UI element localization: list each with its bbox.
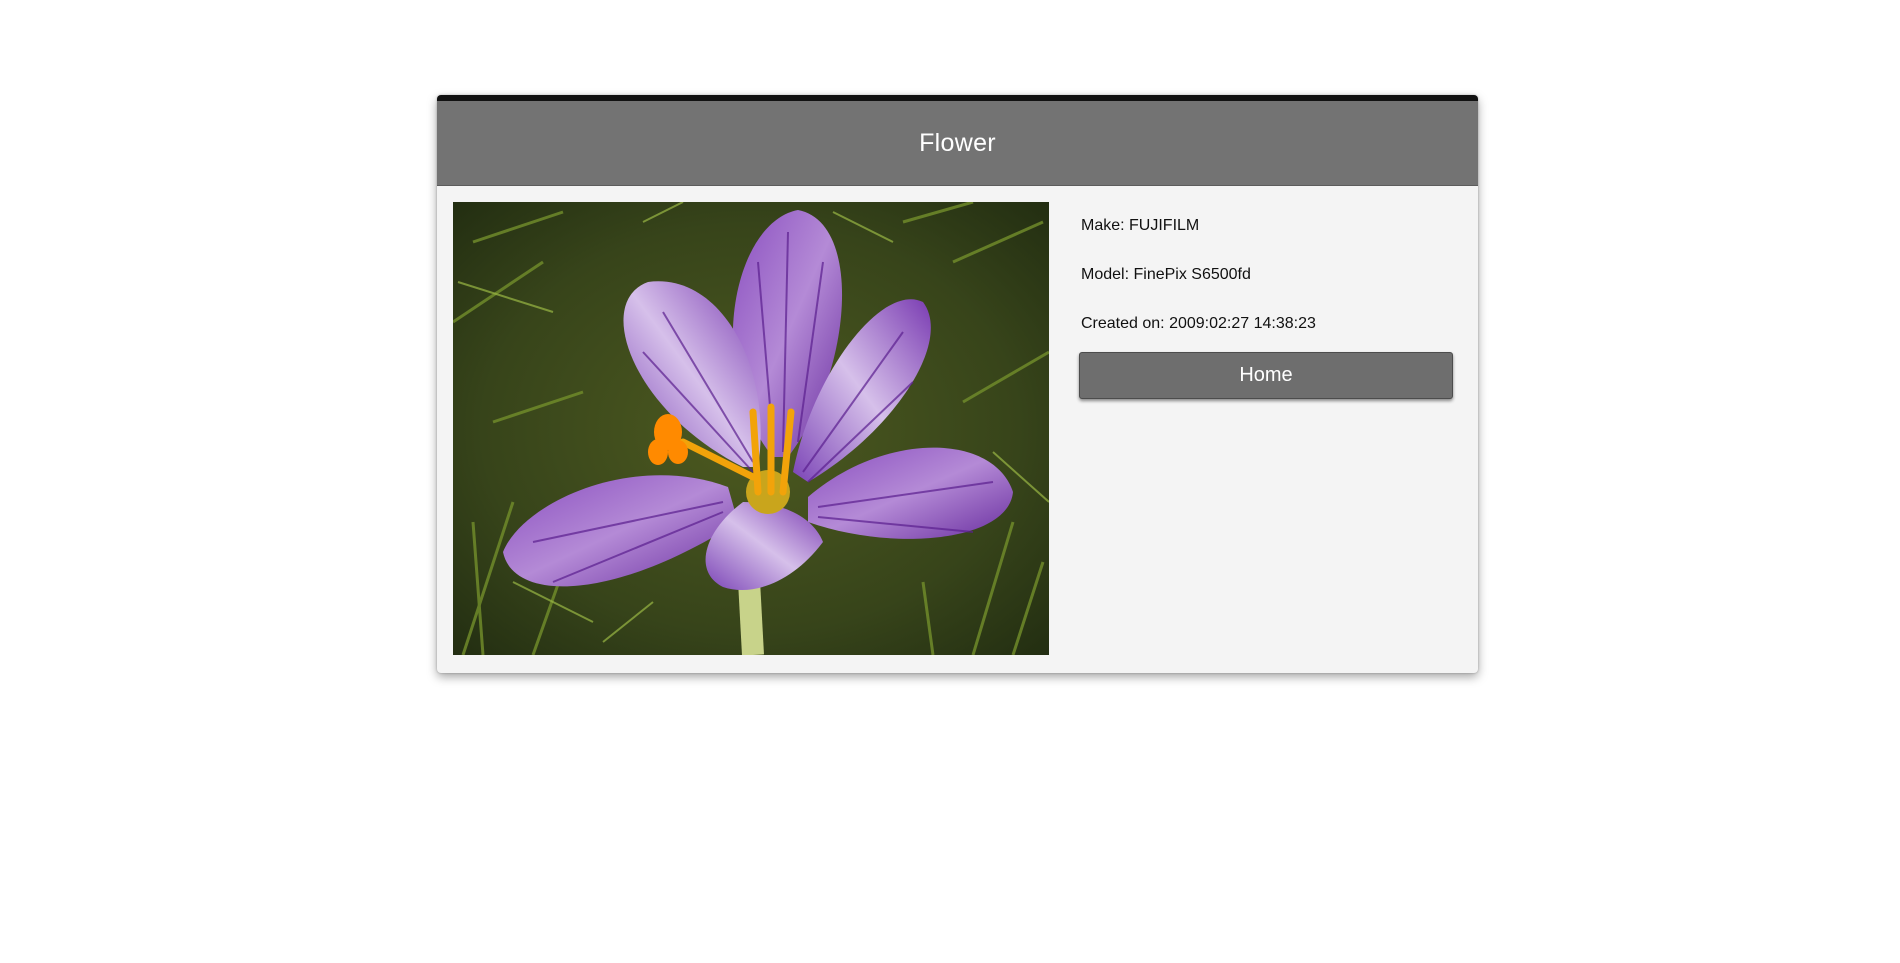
model-label: Model: (1081, 266, 1130, 283)
make-row: Make: FUJIFILM (1081, 210, 1453, 242)
model-value: FinePix S6500fd (1133, 266, 1251, 283)
model-row: Model: FinePix S6500fd (1081, 259, 1453, 291)
created-value: 2009:02:27 14:38:23 (1169, 315, 1316, 332)
photo-detail-card: Flower Make: FUJIFILM Model: FinePix S65… (437, 95, 1478, 673)
created-label: Created on: (1081, 315, 1165, 332)
home-button[interactable]: Home (1079, 352, 1453, 399)
flower-photo (453, 202, 1049, 655)
created-row: Created on: 2009:02:27 14:38:23 (1081, 308, 1453, 340)
card-body: Make: FUJIFILM Model: FinePix S6500fd Cr… (437, 186, 1478, 673)
photo-details: Make: FUJIFILM Model: FinePix S6500fd Cr… (1079, 202, 1453, 399)
card-header: Flower (437, 101, 1478, 186)
page-title: Flower (919, 128, 996, 157)
make-value: FUJIFILM (1129, 217, 1200, 234)
make-label: Make: (1081, 217, 1125, 234)
